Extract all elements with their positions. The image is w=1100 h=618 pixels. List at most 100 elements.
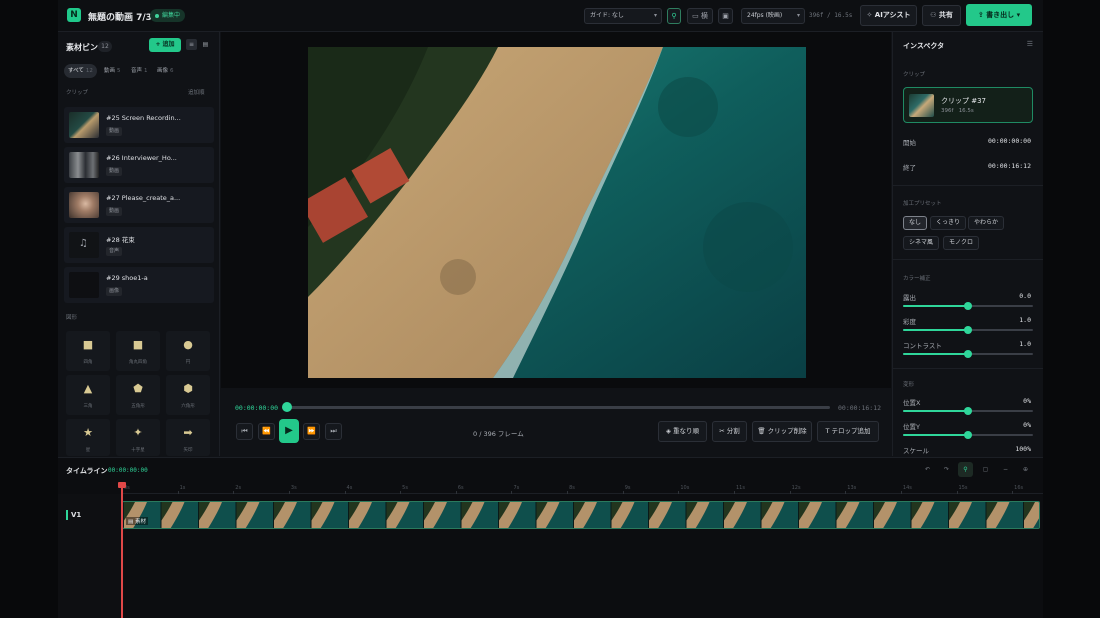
end-timecode: 00:00:16:12 <box>838 404 882 412</box>
fps-select[interactable]: 24fps (映画) ▾ <box>741 8 805 24</box>
snap-icon[interactable]: ⚲ <box>958 462 973 477</box>
split-button[interactable]: ✂ 分割 <box>712 421 747 442</box>
share-button[interactable]: ⚇ 共有 <box>922 5 961 26</box>
copy-icon[interactable]: ▢ <box>978 462 993 477</box>
ruler-tick <box>400 491 402 494</box>
shape-arrow[interactable]: ➡ 矢印 <box>166 419 210 456</box>
scrub-handle[interactable] <box>282 402 292 412</box>
slider-handle[interactable] <box>964 407 972 415</box>
ruler-tick-label: 11s <box>736 485 745 491</box>
preset-sharp[interactable]: くっきり <box>930 216 967 230</box>
end-value[interactable]: 00:00:16:12 <box>988 162 1031 170</box>
selected-clip-card[interactable]: クリップ #37 396f 16.5s <box>903 87 1033 123</box>
ruler-tick <box>177 491 179 494</box>
track-header: V1 <box>58 494 122 618</box>
saturation-slider[interactable] <box>903 326 1033 334</box>
position-y-slider[interactable] <box>903 431 1033 439</box>
timeline-ruler[interactable]: 0s 1s 2s 3s 4s 5s 6s 7s 8s 9s 10s 11s 12s 13s 14s 15s 16… <box>122 482 1043 494</box>
menu-icon[interactable]: ☰ <box>1027 40 1033 48</box>
export-button[interactable]: ⇪ 書き出し ▾ <box>966 4 1032 26</box>
scissors-icon: ✂ <box>719 427 725 435</box>
fast-forward-button[interactable]: ⏩ <box>303 423 320 440</box>
filmstrip-frame <box>310 502 348 528</box>
delete-clip-button[interactable]: 🗑 クリップ削除 <box>752 421 812 442</box>
list-view-icon[interactable]: ≡ <box>186 39 197 50</box>
tab-all[interactable]: すべて 12 <box>64 64 97 78</box>
preset-none[interactable]: なし <box>903 216 928 230</box>
grid-view-icon[interactable]: ▤ <box>200 39 211 50</box>
contrast-slider[interactable] <box>903 350 1033 358</box>
list-item[interactable]: #27 Please_create_a... 動画 <box>64 187 214 223</box>
users-icon: ⚇ <box>930 11 937 19</box>
bin-title: 素材ビン <box>66 43 98 52</box>
filmstrip-frame <box>235 502 273 528</box>
tab-label: 音声 <box>131 68 143 74</box>
slider-handle[interactable] <box>964 302 972 310</box>
shape-sparkle[interactable]: ✦ 十字星 <box>116 419 160 456</box>
shape-star[interactable]: ★ 星 <box>66 419 110 456</box>
slider-handle[interactable] <box>964 326 972 334</box>
project-title[interactable]: 無題の動画 7/31 <box>88 10 158 23</box>
end-label: 終了 <box>903 164 916 172</box>
list-item[interactable]: #29 shoe1-a 画像 <box>64 267 214 303</box>
guide-select[interactable]: ガイド: なし ▾ <box>584 8 662 24</box>
ai-assist-button[interactable]: ✧ AIアシスト <box>860 5 917 26</box>
play-button[interactable]: ▶ <box>279 419 299 443</box>
shape-square[interactable]: ■ 四角 <box>66 331 110 371</box>
aspect-toggle[interactable]: ▭ 横 <box>687 8 713 24</box>
clip-type-badge: 動画 <box>106 207 123 216</box>
preset-soft[interactable]: やわらか <box>968 216 1005 230</box>
current-timecode: 00:00:00:00 <box>235 404 279 412</box>
preset-cinema[interactable]: シネマ風 <box>903 236 940 250</box>
slider-handle[interactable] <box>964 431 972 439</box>
preset-mono[interactable]: モノクロ <box>943 236 980 250</box>
ruler-tick <box>845 491 847 494</box>
share-label: 共有 <box>938 11 953 19</box>
zoom-in-icon[interactable]: ⊕ <box>1018 462 1033 477</box>
ruler-tick-label: 5s <box>402 485 408 491</box>
shape-label: 五角形 <box>131 404 145 409</box>
redo-icon[interactable]: ↷ <box>939 462 954 477</box>
shape-label: 角丸四角 <box>129 360 147 365</box>
tab-image[interactable]: 画像 6 <box>153 64 178 78</box>
trash-icon: 🗑 <box>757 427 766 435</box>
undo-icon[interactable]: ↶ <box>920 462 935 477</box>
filmstrip-frame <box>498 502 536 528</box>
shape-hexagon[interactable]: ⬢ 六角形 <box>166 375 210 415</box>
rewind-button[interactable]: ⏪ <box>258 423 275 440</box>
shape-circle[interactable]: ● 円 <box>166 331 210 371</box>
overlap-order-button[interactable]: ◈ 重なり順 <box>658 421 707 442</box>
list-item[interactable]: ♫ #28 花束 音声 <box>64 227 214 263</box>
sort-select[interactable]: 追加順 <box>188 88 205 96</box>
shape-triangle[interactable]: ▲ 三角 <box>66 375 110 415</box>
frame-counter: 0 / 396 フレーム <box>473 430 524 438</box>
shape-pentagon[interactable]: ⬟ 五角形 <box>116 375 160 415</box>
ruler-tick-label: 2s <box>235 485 242 491</box>
playhead[interactable] <box>121 482 123 618</box>
ai-assist-label: AIアシスト <box>874 11 911 19</box>
start-value[interactable]: 00:00:00:00 <box>988 137 1031 145</box>
slider-handle[interactable] <box>964 350 972 358</box>
video-preview[interactable] <box>308 47 806 378</box>
skip-start-button[interactable]: ⏮ <box>236 423 253 440</box>
tab-video[interactable]: 動画 5 <box>100 64 125 78</box>
add-caption-button[interactable]: T テロップ追加 <box>817 421 879 442</box>
tab-count: 5 <box>117 68 121 74</box>
skip-end-button[interactable]: ⏭ <box>325 423 342 440</box>
list-item[interactable]: #26 Interviewer_Ho... 動画 <box>64 147 214 183</box>
status-dot-icon <box>155 13 159 18</box>
timeline-clip[interactable]: ▤ 素材 <box>122 501 1040 529</box>
scrub-bar[interactable] <box>282 406 830 409</box>
zoom-out-icon[interactable]: − <box>998 462 1013 477</box>
tab-audio[interactable]: 音声 1 <box>127 64 152 78</box>
fullscreen-icon[interactable]: ▣ <box>718 8 733 24</box>
safe-zone-icon[interactable]: ⚲ <box>667 8 681 24</box>
shape-rounded-square[interactable]: ■ 角丸四角 <box>116 331 160 371</box>
list-item[interactable]: #25 Screen Recordin... 動画 <box>64 107 214 143</box>
filmstrip-frame <box>385 502 423 528</box>
add-media-button[interactable]: + 追加 <box>149 38 181 52</box>
position-x-slider[interactable] <box>903 407 1033 415</box>
clip-meta: 396f 16.5s <box>941 108 974 114</box>
track-label-v1: V1 <box>66 510 81 520</box>
exposure-slider[interactable] <box>903 302 1033 310</box>
